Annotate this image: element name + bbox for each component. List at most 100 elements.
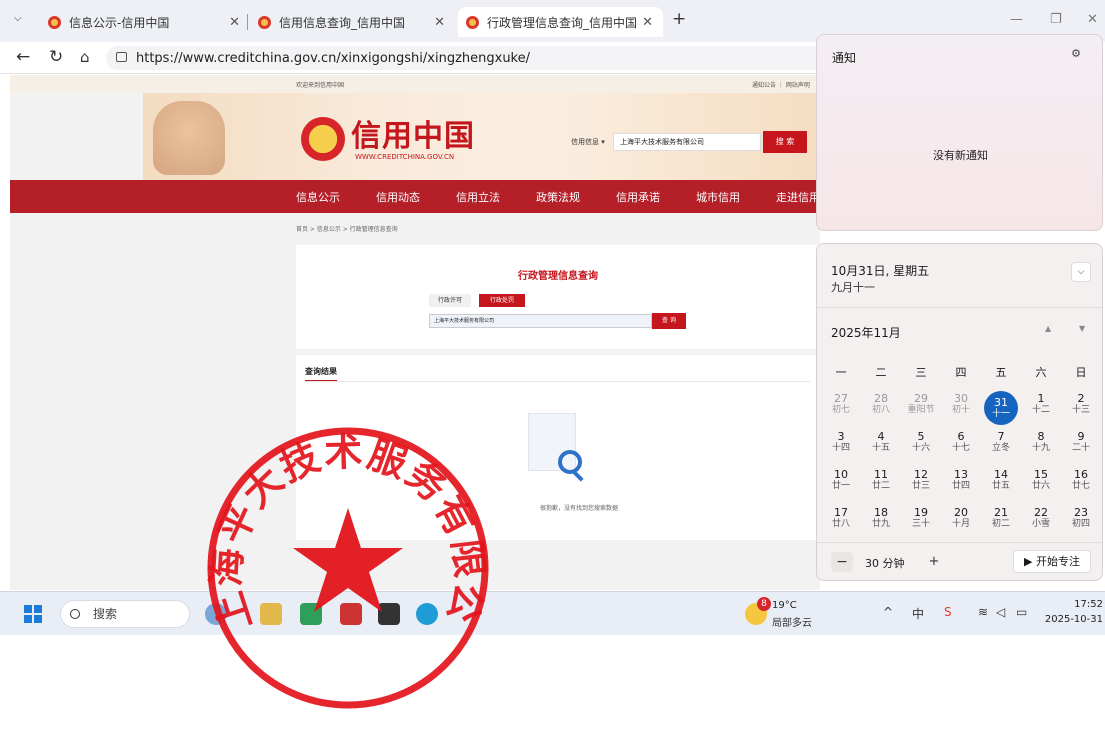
calendar-day[interactable]: 6 十七 (941, 430, 981, 466)
close-icon[interactable]: ✕ (434, 15, 445, 30)
calendar-day[interactable]: 29 重阳节 (901, 392, 941, 428)
tab-actions-icon[interactable]: ⌵ (14, 13, 22, 24)
nav-item[interactable]: 信用动态 (376, 189, 420, 205)
day-lunar-label: 初二 (991, 519, 1010, 529)
nav-item[interactable]: 信用承诺 (616, 189, 660, 205)
calendar-day[interactable]: 28 初八 (861, 392, 901, 428)
close-icon[interactable]: ✕ (642, 15, 653, 30)
url-field[interactable]: https://www.creditchina.gov.cn/xinxigong… (106, 46, 820, 70)
nav-item[interactable]: 走进信用 (776, 189, 820, 205)
calendar-day[interactable]: 27 初七 (821, 392, 861, 428)
search-scope-select[interactable]: 信用信息 ▾ (571, 137, 605, 147)
tab-title: 信用信息查询_信用中国 (279, 15, 406, 30)
calendar-day[interactable]: 30 初十 (941, 392, 981, 428)
minimize-icon[interactable]: — (1010, 12, 1023, 27)
calendar-day[interactable]: 2 十三 (1061, 392, 1101, 428)
search-icon (70, 609, 80, 619)
windows-start-icon[interactable] (24, 605, 42, 623)
calendar-day[interactable]: 22 小雪 (1021, 506, 1061, 542)
day-number: 10 (834, 468, 848, 481)
calendar-day[interactable]: 12 廿三 (901, 468, 941, 504)
calendar-day[interactable]: 16 廿七 (1061, 468, 1101, 504)
volume-icon[interactable]: ◁ (996, 605, 1005, 619)
day-number: 18 (874, 506, 888, 519)
notification-settings-icon[interactable]: ⚙ (1066, 45, 1086, 63)
tab-credit-query[interactable]: 信用信息查询_信用中国 ✕ (250, 7, 455, 37)
site-nav: 信息公示 信用动态 信用立法 政策法规 信用承诺 城市信用 走进信用 (10, 180, 820, 213)
back-icon[interactable]: ← (16, 47, 30, 67)
next-month-icon[interactable]: ▼ (1079, 324, 1085, 333)
calendar-day[interactable]: 13 廿四 (941, 468, 981, 504)
tab-admin-query[interactable]: 行政管理信息查询_信用中国 ✕ (458, 7, 663, 37)
results-title: 查询结果 (305, 366, 337, 382)
previous-month-icon[interactable]: ▲ (1045, 324, 1051, 333)
close-icon[interactable]: ✕ (229, 15, 240, 30)
app-tray-icon[interactable]: S (944, 605, 952, 619)
site-search-button[interactable]: 搜 索 (763, 131, 807, 153)
calendar-month-label[interactable]: 2025年11月 (831, 324, 901, 341)
chevron-down-icon[interactable]: ⌵ (1071, 262, 1091, 282)
no-notifications-text: 没有新通知 (933, 149, 988, 162)
calendar-day[interactable]: 7 立冬 (981, 430, 1021, 466)
weekday-label: 四 (955, 366, 967, 379)
query-button[interactable]: 查 询 (652, 313, 686, 329)
calendar-day[interactable]: 3 十四 (821, 430, 861, 466)
wifi-icon[interactable]: ≋ (978, 605, 988, 619)
nav-item[interactable]: 信息公示 (296, 189, 340, 205)
calendar-day[interactable]: 8 十九 (1021, 430, 1061, 466)
national-emblem-icon (301, 117, 345, 161)
calendar-day[interactable]: 21 初二 (981, 506, 1021, 542)
nav-item[interactable]: 城市信用 (696, 189, 740, 205)
calendar-day[interactable]: 20 十月 (941, 506, 981, 542)
site-search-input[interactable]: 上海平大技术服务有限公司 (613, 133, 761, 151)
day-number: 29 (914, 392, 928, 405)
top-links[interactable]: 通知公告 ｜ 网站声明 (752, 80, 810, 89)
home-icon[interactable]: ⌂ (80, 48, 90, 66)
day-number: 8 (1037, 430, 1045, 443)
notification-title: 通知 (832, 51, 857, 65)
day-lunar-label: 立冬 (991, 443, 1010, 453)
clock-date[interactable]: 2025-10-31 (1030, 614, 1103, 625)
focus-increase-button[interactable]: + (923, 552, 945, 572)
calendar-day[interactable]: 1 十二 (1021, 392, 1061, 428)
weekday-label: 二 (875, 366, 887, 379)
calendar-day[interactable]: 17 廿八 (821, 506, 861, 542)
nav-item[interactable]: 信用立法 (456, 189, 500, 205)
calendar-day[interactable]: 5 十六 (901, 430, 941, 466)
tab-info-disclosure[interactable]: 信息公示-信用中国 ✕ (40, 7, 250, 37)
close-window-icon[interactable]: ✕ (1087, 12, 1098, 27)
clock-time[interactable]: 17:52 (1045, 599, 1103, 610)
creditchina-favicon-icon (258, 15, 271, 29)
day-lunar-label: 小雪 (1031, 519, 1050, 529)
calendar-day[interactable]: 4 十五 (861, 430, 901, 466)
calendar-day[interactable]: 11 廿二 (861, 468, 901, 504)
input-method-icon[interactable]: 中 (912, 605, 924, 622)
battery-icon[interactable]: ▭ (1016, 605, 1027, 619)
day-lunar-label: 十二 (1031, 405, 1050, 415)
breadcrumb[interactable]: 首页 > 信息公示 > 行政管理信息查询 (296, 224, 398, 233)
query-input[interactable]: 上海平大技术服务有限公司 (429, 314, 652, 328)
refresh-icon[interactable]: ↻ (49, 47, 63, 67)
weekday-header: 一 二 三 四 五 六 日 (817, 364, 1102, 384)
site-logo-text[interactable]: 信用中国 (351, 111, 475, 155)
calendar-day-today[interactable]: 31 十一 (984, 391, 1018, 425)
calendar-day[interactable]: 14 廿五 (981, 468, 1021, 504)
tab-admin-penalty[interactable]: 行政处罚 (479, 294, 525, 307)
calendar-day[interactable]: 9 二十 (1061, 430, 1101, 466)
restore-icon[interactable]: ❐ (1050, 12, 1062, 27)
day-lunar-label: 十一 (991, 409, 1010, 419)
calendar-day[interactable]: 19 三十 (901, 506, 941, 542)
day-lunar-label: 廿八 (831, 519, 850, 529)
focus-decrease-button[interactable]: − (831, 552, 853, 572)
chevron-up-icon[interactable]: ^ (883, 605, 893, 619)
calendar-day[interactable]: 18 廿九 (861, 506, 901, 542)
calendar-day[interactable]: 10 廿一 (821, 468, 861, 504)
tab-admin-license[interactable]: 行政许可 (429, 294, 471, 307)
new-tab-icon[interactable]: + (672, 9, 686, 29)
calendar-day[interactable]: 23 初四 (1061, 506, 1101, 542)
magnifier-handle (572, 470, 584, 482)
nav-item[interactable]: 政策法规 (536, 189, 580, 205)
calendar-day[interactable]: 15 廿六 (1021, 468, 1061, 504)
day-number: 17 (834, 506, 848, 519)
start-focus-button[interactable]: ▶ 开始专注 (1013, 550, 1091, 573)
